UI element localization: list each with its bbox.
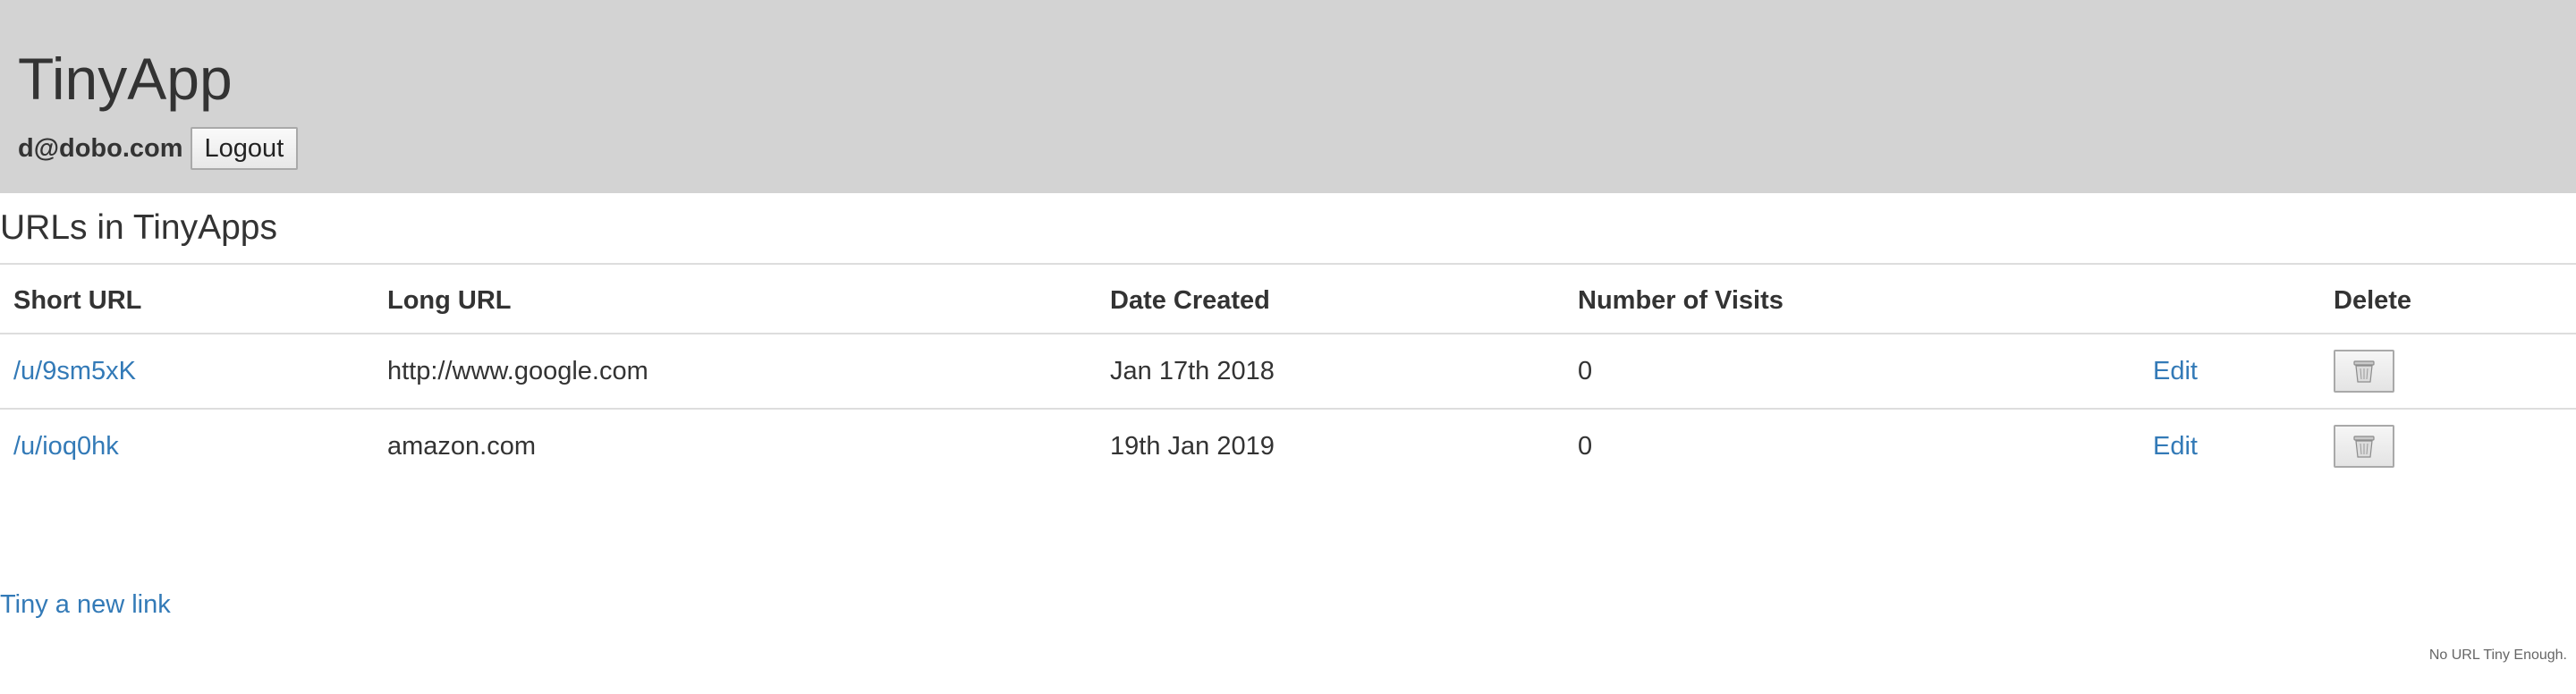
delete-button[interactable] bbox=[2334, 425, 2394, 468]
delete-cell bbox=[2320, 333, 2576, 409]
trash-icon bbox=[2352, 359, 2376, 384]
delete-cell bbox=[2320, 408, 2576, 483]
table-row: /u/9sm5xK http://www.google.com Jan 17th… bbox=[0, 333, 2576, 409]
short-url-cell: /u/ioq0hk bbox=[0, 408, 374, 483]
edit-link[interactable]: Edit bbox=[2153, 432, 2198, 461]
new-link[interactable]: Tiny a new link bbox=[0, 587, 171, 622]
app-title: TinyApp bbox=[18, 46, 233, 112]
column-header-short-url: Short URL bbox=[0, 263, 374, 334]
app-header: TinyApp d@dobo.com Logout bbox=[0, 0, 2576, 193]
short-url-link[interactable]: /u/ioq0hk bbox=[13, 432, 119, 461]
footer-text: No URL Tiny Enough. bbox=[2428, 647, 2567, 663]
edit-cell: Edit bbox=[2140, 333, 2320, 409]
page-title: URLs in TinyApps bbox=[0, 208, 277, 247]
column-header-visits: Number of Visits bbox=[1564, 263, 2140, 334]
short-url-cell: /u/9sm5xK bbox=[0, 333, 374, 409]
trash-icon bbox=[2352, 434, 2376, 459]
user-email: d@dobo.com bbox=[18, 133, 183, 163]
urls-table-container: Short URL Long URL Date Created Number o… bbox=[0, 263, 2576, 483]
short-url-link[interactable]: /u/9sm5xK bbox=[13, 357, 136, 385]
date-created-cell: Jan 17th 2018 bbox=[1097, 333, 1564, 409]
visits-cell: 0 bbox=[1564, 408, 2140, 483]
column-header-edit bbox=[2140, 263, 2320, 334]
column-header-date-created: Date Created bbox=[1097, 263, 1564, 334]
date-created-cell: 19th Jan 2019 bbox=[1097, 408, 1564, 483]
visits-cell: 0 bbox=[1564, 333, 2140, 409]
column-header-long-url: Long URL bbox=[374, 263, 1097, 334]
edit-cell: Edit bbox=[2140, 408, 2320, 483]
table-row: /u/ioq0hk amazon.com 19th Jan 2019 0 Edi… bbox=[0, 408, 2576, 483]
long-url-cell: http://www.google.com bbox=[374, 333, 1097, 409]
urls-table: Short URL Long URL Date Created Number o… bbox=[0, 263, 2576, 483]
table-header-row: Short URL Long URL Date Created Number o… bbox=[0, 263, 2576, 334]
edit-link[interactable]: Edit bbox=[2153, 357, 2198, 385]
logout-button[interactable]: Logout bbox=[190, 127, 299, 170]
long-url-cell: amazon.com bbox=[374, 408, 1097, 483]
column-header-delete: Delete bbox=[2320, 263, 2576, 334]
delete-button[interactable] bbox=[2334, 350, 2394, 393]
user-bar: d@dobo.com Logout bbox=[18, 127, 299, 170]
